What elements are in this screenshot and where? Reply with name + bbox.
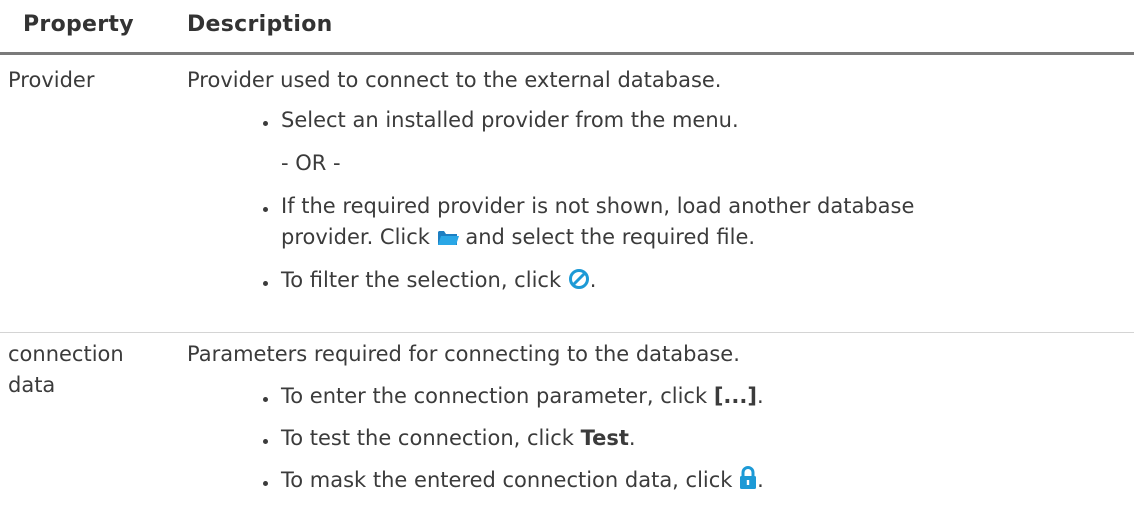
bullet-text: To mask the entered connection data, cli… <box>281 468 733 492</box>
bullet-text: To filter the selection, click <box>281 268 562 292</box>
filter-clear-icon[interactable] <box>568 268 590 299</box>
bullet-text: . <box>628 426 636 450</box>
property-name: connection <box>8 342 124 366</box>
or-separator: - OR - <box>281 151 341 175</box>
property-cell: Provider <box>8 65 183 96</box>
bullet-text: To enter the connection parameter, click <box>281 384 708 408</box>
lock-icon[interactable] <box>739 466 757 499</box>
bullet-text: . <box>757 468 764 492</box>
list-item: Select an installed provider from the me… <box>261 105 1107 136</box>
table-row-connection-data: connection data Parameters required for … <box>0 333 1134 522</box>
bullet-list: If the required provider is not shown, l… <box>187 191 1107 299</box>
header-property: Property <box>23 12 134 37</box>
bullet-text: and select the required file. <box>465 225 756 249</box>
property-name: Provider <box>8 68 95 92</box>
bullet-text: If the required provider is not shown, l… <box>281 194 915 218</box>
ellipsis-button-label: [...] <box>713 384 757 408</box>
bullet-text: provider. Click <box>281 225 430 249</box>
property-cell: connection data <box>8 339 183 401</box>
bullet-text: Select an installed provider from the me… <box>281 108 739 132</box>
header-description: Description <box>187 12 333 37</box>
list-item: To enter the connection parameter, click… <box>261 381 1107 412</box>
bullet-text: To test the connection, click <box>281 426 574 450</box>
list-item: If the required provider is not shown, l… <box>261 191 1107 256</box>
table-row-provider: Provider Provider used to connect to the… <box>0 55 1134 333</box>
description-cell: Provider used to connect to the external… <box>187 65 1107 299</box>
bullet-text: . <box>756 384 764 408</box>
property-name: data <box>8 373 56 397</box>
bullet-text: . <box>589 268 597 292</box>
bullet-list: To enter the connection parameter, click… <box>187 381 1107 499</box>
list-item: To filter the selection, click . <box>261 265 1107 299</box>
bullet-list: Select an installed provider from the me… <box>187 105 1107 136</box>
list-item: To test the connection, click Test. <box>261 423 1107 454</box>
list-item: To mask the entered connection data, cli… <box>261 465 1107 499</box>
table-header: Property Description <box>0 0 1134 55</box>
description-cell: Parameters required for connecting to th… <box>187 339 1107 499</box>
test-button-label: Test <box>580 426 629 450</box>
description-intro: Provider used to connect to the external… <box>187 68 722 92</box>
folder-icon[interactable] <box>437 225 459 256</box>
description-intro: Parameters required for connecting to th… <box>187 342 740 366</box>
